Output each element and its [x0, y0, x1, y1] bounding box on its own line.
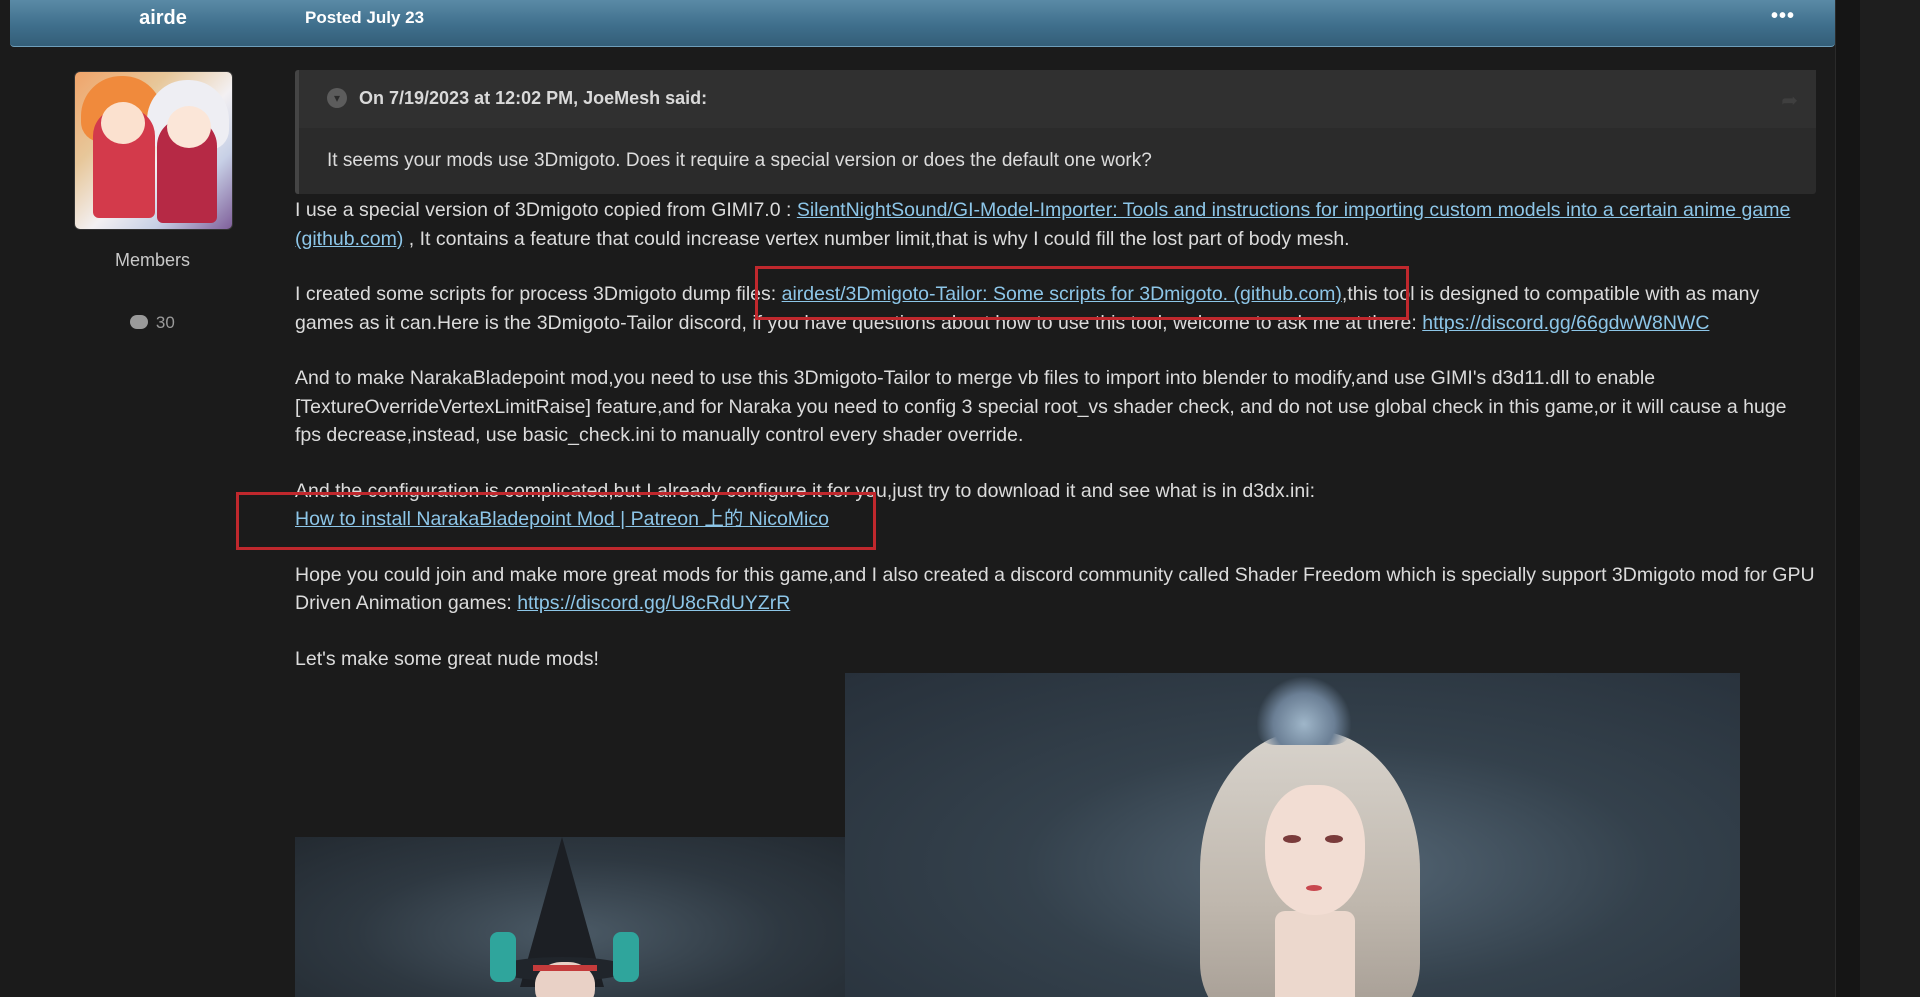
- image-shape: [1325, 835, 1343, 843]
- avatar-figure: [167, 106, 211, 148]
- paragraph: Hope you could join and make more great …: [295, 561, 1815, 618]
- member-group-label: Members: [114, 250, 190, 270]
- paragraph: And the configuration is complicated,but…: [295, 477, 1815, 534]
- paragraph: I use a special version of 3Dmigoto copi…: [295, 196, 1815, 253]
- avatar-figure: [101, 102, 145, 144]
- image-shape: [1275, 911, 1355, 997]
- chevron-down-icon[interactable]: ▾: [327, 88, 347, 108]
- image-shape: [1306, 885, 1322, 891]
- post-count: 30: [74, 313, 231, 333]
- image-shape: [490, 932, 516, 982]
- scrollbar-track[interactable]: [1835, 0, 1861, 997]
- shader-freedom-discord-link[interactable]: https://discord.gg/U8cRdUYZrR: [517, 592, 790, 614]
- image-shape: [1265, 785, 1365, 915]
- quote-header: ▾ On 7/19/2023 at 12:02 PM, JoeMesh said…: [299, 70, 1816, 128]
- author-avatar[interactable]: [74, 71, 233, 230]
- paragraph-text: , It contains a feature that could incre…: [403, 227, 1350, 250]
- tailor-discord-link[interactable]: https://discord.gg/66gdwW8NWC: [1422, 312, 1709, 334]
- image-shape: [613, 932, 639, 982]
- forum-page: airde Posted July 23 ••• Members 30 ▾ On…: [0, 0, 1920, 997]
- post-date: Posted July 23: [305, 8, 425, 27]
- image-shape: [1257, 675, 1351, 745]
- paragraph-text: I created some scripts for process 3Dmig…: [295, 283, 782, 305]
- tailor-github-link[interactable]: airdest/3Dmigoto-Tailor: Some scripts fo…: [782, 283, 1342, 305]
- paragraph-text: I use a special version of 3Dmigoto copi…: [295, 199, 797, 221]
- patreon-link[interactable]: How to install NarakaBladepoint Mod | Pa…: [295, 508, 829, 530]
- paragraph: And to make NarakaBladepoint mod,you nee…: [295, 364, 1815, 450]
- post-options-menu-icon[interactable]: •••: [1771, 5, 1795, 28]
- character-screenshot[interactable]: [845, 673, 1740, 997]
- paragraph-text: And the configuration is complicated,but…: [295, 479, 1315, 502]
- post-content: I use a special version of 3Dmigoto copi…: [295, 196, 1815, 700]
- comment-bubble-icon: [130, 315, 149, 329]
- quote-citation: On 7/19/2023 at 12:02 PM, JoeMesh said:: [359, 88, 708, 108]
- paragraph: I created some scripts for process 3Dmig…: [295, 280, 1815, 337]
- quote-body: It seems your mods use 3Dmigoto. Does it…: [327, 150, 1152, 171]
- paragraph-text: And to make NarakaBladepoint mod,you nee…: [295, 367, 1787, 446]
- share-icon[interactable]: ➦: [1781, 88, 1798, 113]
- quote-block: ▾ On 7/19/2023 at 12:02 PM, JoeMesh said…: [295, 70, 1816, 194]
- author-name-link[interactable]: airde: [128, 7, 198, 30]
- page-edge: [1860, 0, 1920, 997]
- paragraph: Let's make some great nude mods!: [295, 645, 1815, 674]
- post-count-value: 30: [155, 313, 175, 332]
- character-screenshot[interactable]: [295, 837, 845, 997]
- image-shape: [533, 965, 597, 971]
- paragraph-text: Let's make some great nude mods!: [295, 647, 599, 670]
- image-shape: [1283, 835, 1301, 843]
- post-header: airde Posted July 23 •••: [10, 0, 1835, 47]
